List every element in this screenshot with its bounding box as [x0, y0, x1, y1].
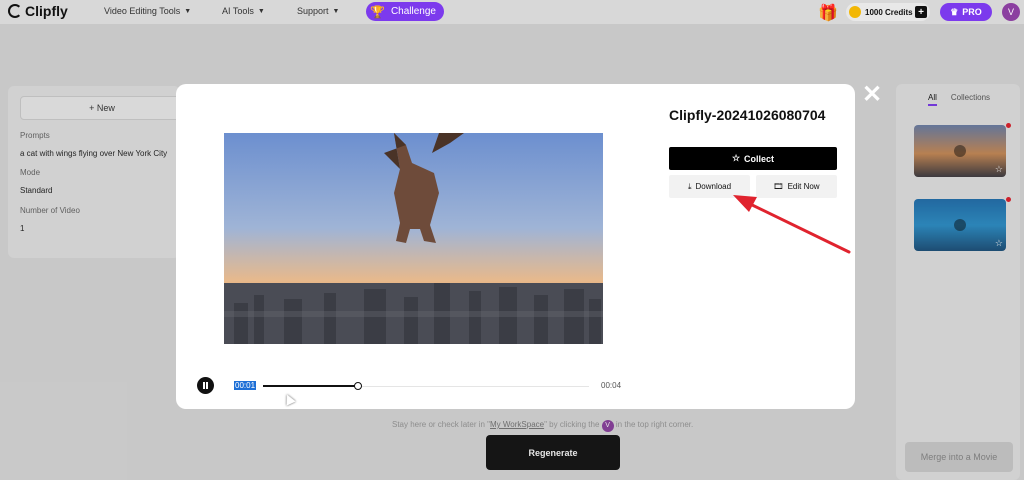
gift-icon[interactable]: 🎁: [818, 3, 838, 23]
video-title: Clipfly-20241026080704: [669, 107, 826, 123]
current-time: 00:01: [234, 381, 257, 390]
chevron-down-icon: ▼: [184, 7, 192, 15]
challenge-button[interactable]: 🏆 Challenge: [366, 2, 444, 21]
download-button[interactable]: ⤓ Download: [669, 175, 750, 198]
credits-label: 1000 Credits: [865, 7, 913, 17]
crown-icon: ♛: [950, 6, 959, 17]
video-preview-modal: 00:01 00:04 Clipfly-20241026080704 ☆ Col…: [176, 84, 855, 409]
nav-label: AI Tools: [222, 6, 254, 16]
seek-handle[interactable]: [354, 382, 362, 390]
nav-ai-tools[interactable]: AI Tools ▼: [222, 6, 265, 16]
nav-support[interactable]: Support ▼: [297, 6, 339, 16]
avatar[interactable]: V: [1002, 3, 1020, 21]
star-icon: ☆: [731, 153, 741, 163]
logo-icon: [8, 4, 22, 18]
nav-label: Video Editing Tools: [104, 6, 181, 16]
download-label: Download: [695, 182, 732, 191]
add-credits-icon[interactable]: +: [915, 6, 927, 18]
trophy-icon: 🏆: [370, 4, 385, 19]
brand-name: Clipfly: [25, 3, 68, 19]
collect-label: Collect: [744, 153, 775, 164]
film-icon: 🎞: [773, 182, 784, 191]
pause-button[interactable]: [197, 377, 214, 394]
collect-button[interactable]: ☆ Collect: [669, 147, 837, 170]
video-player[interactable]: [224, 133, 603, 344]
nav-video-editing-tools[interactable]: Video Editing Tools ▼: [104, 6, 191, 16]
seek-progress: [263, 385, 358, 387]
pro-button[interactable]: ♛ PRO: [940, 3, 992, 21]
download-icon: ⤓: [687, 181, 692, 191]
top-nav: Clipfly Video Editing Tools ▼ AI Tools ▼ S…: [0, 0, 1024, 24]
nav-label: Support: [297, 6, 329, 16]
edit-now-button[interactable]: 🎞 Edit Now: [756, 175, 837, 198]
chevron-down-icon: ▼: [257, 7, 265, 15]
pro-label: PRO: [962, 7, 982, 17]
clipfly-logo[interactable]: Clipfly: [8, 3, 68, 19]
credits-badge[interactable]: 1000 Credits +: [846, 3, 930, 21]
total-time: 00:04: [601, 381, 622, 390]
close-icon[interactable]: ✕: [862, 83, 882, 107]
challenge-label: Challenge: [390, 6, 436, 17]
chevron-down-icon: ▼: [332, 7, 340, 15]
video-frame: [224, 133, 603, 344]
coin-icon: [849, 6, 861, 18]
edit-label: Edit Now: [787, 182, 820, 191]
